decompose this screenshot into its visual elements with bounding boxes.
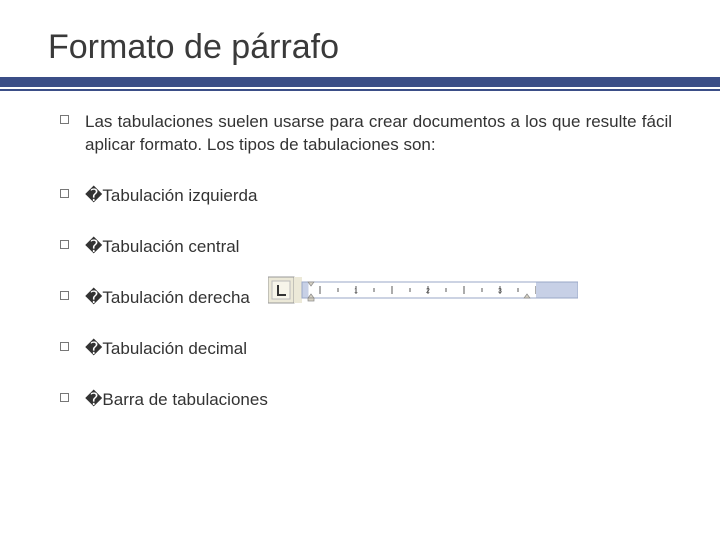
list-item: �Tabulación decimal [60, 338, 672, 361]
square-bullet-icon [60, 115, 69, 124]
square-bullet-icon [60, 342, 69, 351]
square-bullet-icon [60, 189, 69, 198]
ruler-icon: 1 2 3 [268, 276, 578, 304]
intro-text: Las tabulaciones suelen usarse para crea… [85, 111, 672, 157]
square-bullet-icon [60, 291, 69, 300]
list-item: �Tabulación izquierda [60, 185, 672, 208]
ruler-image: 1 2 3 [268, 276, 578, 304]
svg-text:1: 1 [354, 288, 358, 295]
rule-thick [0, 77, 720, 87]
square-bullet-icon [60, 240, 69, 249]
title-rule [0, 77, 720, 91]
content-list: Las tabulaciones suelen usarse para crea… [48, 111, 672, 412]
tab-center-label: �Tabulación central [85, 236, 672, 259]
list-item: �Barra de tabulaciones [60, 389, 672, 412]
square-bullet-icon [60, 393, 69, 402]
rule-thin [0, 89, 720, 91]
svg-text:3: 3 [498, 288, 502, 295]
tab-decimal-label: �Tabulación decimal [85, 338, 672, 361]
tab-left-label: �Tabulación izquierda [85, 185, 672, 208]
page-title: Formato de párrafo [48, 28, 672, 67]
list-item: Las tabulaciones suelen usarse para crea… [60, 111, 672, 157]
slide: Formato de párrafo Las tabulaciones suel… [0, 0, 720, 540]
tab-bar-label: �Barra de tabulaciones [85, 389, 672, 412]
svg-text:2: 2 [426, 288, 430, 295]
list-item: �Tabulación central [60, 236, 672, 259]
